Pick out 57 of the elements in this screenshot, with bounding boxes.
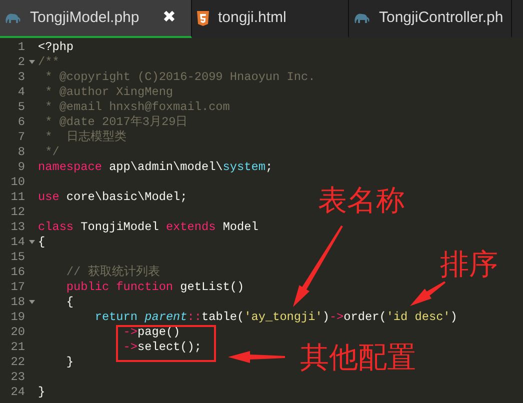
line-number: 24 <box>10 385 25 400</box>
code-line: * @date 2017年3月29日 <box>44 115 188 129</box>
line-number: 6 <box>18 115 25 130</box>
code-line: } <box>65 355 74 369</box>
code-line: ->select(); <box>122 340 202 354</box>
close-button[interactable]: ✖ <box>162 6 176 30</box>
line-number: 14 <box>10 235 25 250</box>
annotation-label: 其他配置 <box>300 343 416 372</box>
code-line: class TongjiModel extends Model <box>38 220 258 234</box>
code-line: { <box>65 295 74 309</box>
line-number: 5 <box>18 100 25 115</box>
line-number: 19 <box>10 310 25 325</box>
arrow <box>410 281 446 306</box>
line-number: 9 <box>18 160 25 175</box>
code-line: namespace app\admin\model\system; <box>38 160 273 174</box>
line-number: 1 <box>18 40 25 55</box>
line-number: 3 <box>18 70 25 85</box>
code-line: { <box>38 235 46 249</box>
code-line: return parent::table('ay_tongji')->order('id desc') <box>94 310 458 324</box>
line-number: 2 <box>18 55 25 70</box>
code-line: * @copyright (C)2016-2099 Hnaoyun Inc. <box>44 70 316 84</box>
code-line: } <box>38 385 46 399</box>
line-number: 11 <box>10 190 25 205</box>
annotation-label: 排序 <box>440 250 498 279</box>
code-line: * @author XingMeng <box>44 85 174 99</box>
line-number: 23 <box>10 370 25 385</box>
annotation-label: 表名称 <box>318 186 405 215</box>
line-number: 8 <box>18 145 25 160</box>
file-tab[interactable]: TongjiModel.php ✖ <box>0 0 192 38</box>
code-line: ->page() <box>122 325 180 339</box>
line-number: 12 <box>10 205 25 220</box>
line-number: 15 <box>10 250 25 265</box>
code-line: use core\basic\Model; <box>38 190 188 204</box>
line-number: 17 <box>10 280 25 295</box>
line-number: 18 <box>10 295 25 310</box>
html5-icon <box>197 10 209 26</box>
fold-arrow-icon[interactable] <box>29 300 35 304</box>
code-line: <?php <box>38 40 74 54</box>
line-number: 20 <box>10 325 25 340</box>
arrow <box>228 351 285 363</box>
line-number: 7 <box>18 130 25 145</box>
elephant-icon <box>354 12 370 24</box>
code-line: */ <box>44 145 60 159</box>
line-number: 10 <box>10 175 25 190</box>
code-line: /** <box>38 55 60 69</box>
line-number: 21 <box>10 340 25 355</box>
fold-arrow-icon[interactable] <box>29 60 35 64</box>
code-line: public function getList() <box>65 280 244 294</box>
fold-arrow-icon[interactable] <box>29 240 35 244</box>
line-number: 13 <box>10 220 25 235</box>
line-number: 22 <box>10 355 25 370</box>
line-number: 16 <box>10 265 25 280</box>
code-line: * 日志模型类 <box>44 130 126 144</box>
code-line: // 获取统计列表 <box>65 265 160 279</box>
elephant-icon <box>5 12 21 24</box>
line-number: 4 <box>18 85 25 100</box>
code-line: * @email hnxsh@foxmail.com <box>44 100 230 114</box>
